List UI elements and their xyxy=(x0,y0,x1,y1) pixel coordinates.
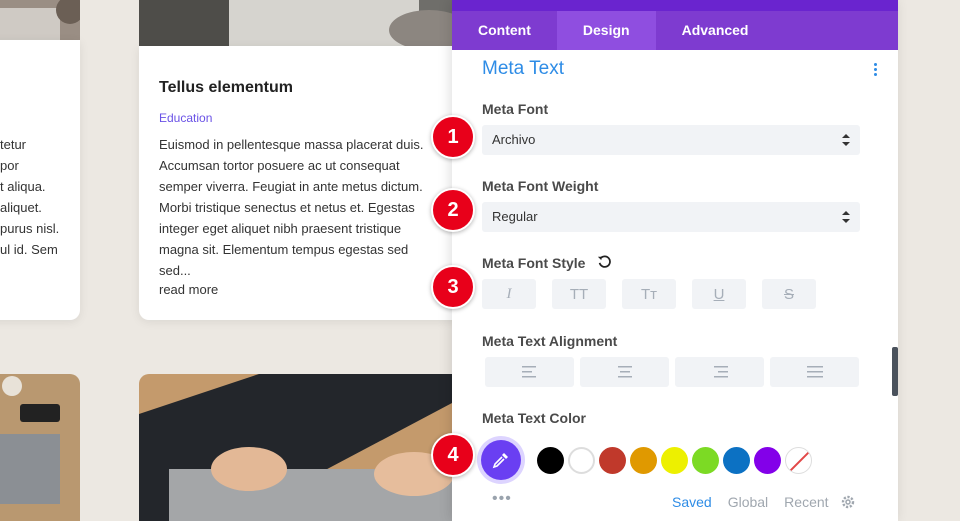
swatch-yellow[interactable] xyxy=(661,446,688,474)
text-line: aliquet. xyxy=(0,200,42,215)
tab-design[interactable]: Design xyxy=(556,11,656,50)
step-badge-3: 3 xyxy=(431,265,475,309)
meta-text-color-label: Meta Text Color xyxy=(482,410,586,426)
swatch-red[interactable] xyxy=(599,446,626,474)
meta-text-alignment-label: Meta Text Alignment xyxy=(482,333,618,349)
post-title[interactable]: Tellus elementum xyxy=(159,79,293,97)
global-link[interactable]: Global xyxy=(728,494,768,510)
text-line: tetur xyxy=(0,137,27,152)
align-left-icon xyxy=(521,366,536,378)
swatch-purple[interactable] xyxy=(754,446,781,474)
step-badge-2: 2 xyxy=(431,188,475,232)
swatch-clear[interactable] xyxy=(785,446,812,474)
strikethrough-button[interactable]: S xyxy=(762,279,816,309)
more-options-icon[interactable]: ••• xyxy=(492,490,512,508)
settings-panel: Content Design Advanced Meta Text Meta F… xyxy=(452,0,898,521)
alignment-buttons xyxy=(485,357,865,387)
settings-tabs: Content Design Advanced xyxy=(452,11,898,50)
underline-button[interactable]: U xyxy=(692,279,746,309)
select-arrows-icon xyxy=(842,211,850,223)
step-badge-1: 1 xyxy=(431,115,475,159)
phone-laptop-photo xyxy=(0,374,80,521)
laptop-photo-top-center xyxy=(139,0,469,46)
saved-link[interactable]: Saved xyxy=(672,494,712,510)
capitalize-button[interactable]: Tт xyxy=(622,279,676,309)
section-title[interactable]: Meta Text xyxy=(482,58,564,80)
tab-content[interactable]: Content xyxy=(452,11,557,50)
kebab-menu-icon[interactable] xyxy=(870,62,880,78)
swatch-black[interactable] xyxy=(537,446,564,474)
align-center-icon xyxy=(617,366,632,378)
swatch-blue[interactable] xyxy=(723,446,750,474)
reset-icon[interactable] xyxy=(597,255,611,269)
align-left-button[interactable] xyxy=(485,357,574,387)
select-arrows-icon xyxy=(842,134,850,146)
blog-card-left: tetur por t aliqua. aliquet. purus nisl.… xyxy=(0,40,80,320)
meta-font-value: Archivo xyxy=(492,132,536,147)
text-line: t aliqua. xyxy=(0,179,46,194)
post-excerpt: Euismod in pellentesque massa placerat d… xyxy=(159,137,424,278)
color-swatches xyxy=(481,440,816,480)
left-card-text: tetur por t aliqua. aliquet. purus nisl.… xyxy=(0,134,59,260)
color-picker-button[interactable] xyxy=(481,440,521,480)
capitalize-icon: Tт xyxy=(640,285,658,303)
meta-font-weight-select[interactable]: Regular xyxy=(482,202,860,232)
align-center-button[interactable] xyxy=(580,357,669,387)
meta-font-label: Meta Font xyxy=(482,101,549,117)
align-justify-icon xyxy=(806,366,823,378)
eyedropper-icon xyxy=(492,453,508,469)
hands-typing-photo xyxy=(139,374,469,521)
read-more-link[interactable]: read more xyxy=(159,282,218,297)
underline-icon: U xyxy=(713,285,725,303)
strikethrough-icon: S xyxy=(783,285,794,303)
align-justify-button[interactable] xyxy=(770,357,859,387)
meta-font-weight-label: Meta Font Weight xyxy=(482,178,599,194)
swatch-orange[interactable] xyxy=(630,446,657,474)
swatch-white[interactable] xyxy=(568,446,595,474)
align-right-button[interactable] xyxy=(675,357,764,387)
font-style-buttons: I TT Tт U S xyxy=(482,279,832,309)
uppercase-button[interactable]: TT xyxy=(552,279,606,309)
align-right-icon xyxy=(713,366,728,378)
meta-font-style-label: Meta Font Style xyxy=(482,255,586,271)
panel-scrollbar[interactable] xyxy=(892,347,898,396)
tab-advanced[interactable]: Advanced xyxy=(656,11,775,50)
step-badge-4: 4 xyxy=(431,433,475,477)
text-line: ul id. Sem xyxy=(0,242,58,257)
swatch-green[interactable] xyxy=(692,446,719,474)
panel-header-bar xyxy=(452,0,898,11)
italic-icon: I xyxy=(506,285,512,302)
meta-font-weight-value: Regular xyxy=(492,209,538,224)
text-line: por xyxy=(0,158,19,173)
meta-font-select[interactable]: Archivo xyxy=(482,125,860,155)
italic-button[interactable]: I xyxy=(482,279,536,309)
gear-icon[interactable] xyxy=(840,494,856,510)
palette-footer: Saved Global Recent xyxy=(672,494,829,510)
recent-link[interactable]: Recent xyxy=(784,494,828,510)
uppercase-icon: TT xyxy=(569,285,589,303)
post-category[interactable]: Education xyxy=(159,111,212,125)
text-line: purus nisl. xyxy=(0,221,60,236)
panel-body: Meta Text Meta Font Archivo Meta Font We… xyxy=(452,50,898,521)
blog-card-main: Tellus elementum Education Euismod in pe… xyxy=(139,46,469,320)
